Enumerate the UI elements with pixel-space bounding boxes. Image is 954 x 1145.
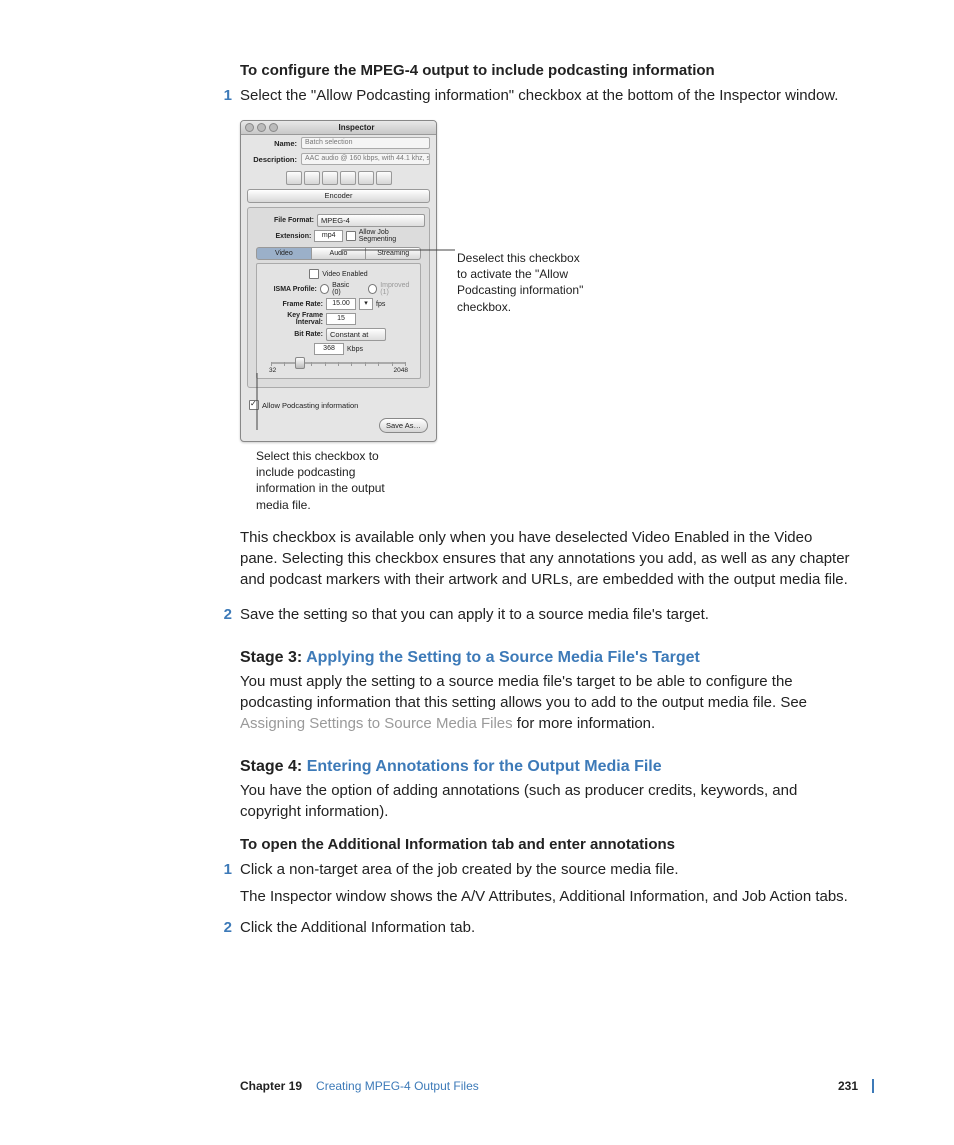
extension-label: Extension: — [252, 233, 311, 240]
kfi-label: Key Frame Interval: — [261, 312, 323, 326]
section-heading: To configure the MPEG-4 output to includ… — [240, 62, 854, 79]
encoder-tab[interactable]: Encoder — [247, 189, 430, 203]
chapter-label: Chapter 19 — [240, 1079, 302, 1093]
callout-right: Deselect this checkbox to activate the "… — [457, 250, 592, 315]
step-text: Click a non-target area of the job creat… — [240, 859, 679, 880]
pane-icons — [241, 167, 436, 187]
kbps-label: Kbps — [347, 346, 363, 353]
callout-below: Select this checkbox to include podcasti… — [256, 448, 396, 513]
pane-icon[interactable] — [322, 171, 338, 185]
allow-podcasting-label: Allow Podcasting information — [262, 401, 358, 410]
stage-3-heading: Stage 3: Applying the Setting to a Sourc… — [240, 649, 854, 667]
frame-rate-field[interactable]: 15.00 — [326, 298, 356, 310]
file-format-select[interactable]: MPEG-4 — [317, 214, 425, 227]
isma-improved-label: Improved (1) — [380, 282, 416, 296]
file-format-label: File Format: — [252, 217, 314, 224]
page-number: 231 — [838, 1079, 858, 1093]
fps-label: fps — [376, 301, 385, 308]
video-enabled-label: Video Enabled — [322, 271, 367, 278]
extension-field[interactable]: mp4 — [314, 230, 343, 242]
minimize-icon — [257, 123, 266, 132]
step-number: 2 — [220, 917, 232, 938]
bitrate-label: Bit Rate: — [261, 331, 323, 338]
stage-title: Applying the Setting to a Source Media F… — [306, 649, 700, 666]
tab-video[interactable]: Video — [256, 247, 312, 260]
isma-label: ISMA Profile: — [261, 286, 317, 293]
stage-4-heading: Stage 4: Entering Annotations for the Ou… — [240, 758, 854, 776]
video-enabled-checkbox[interactable] — [309, 269, 319, 279]
pane-icon[interactable] — [304, 171, 320, 185]
stage-prefix: Stage 3: — [240, 649, 306, 666]
name-label: Name: — [247, 139, 297, 148]
save-as-button[interactable]: Save As… — [379, 418, 428, 433]
tab-streaming[interactable]: Streaming — [366, 247, 421, 260]
allow-podcasting-checkbox[interactable] — [249, 400, 259, 410]
paragraph: The Inspector window shows the A/V Attri… — [240, 886, 854, 907]
bitrate-field[interactable]: 368 — [314, 343, 344, 355]
bitrate-slider[interactable] — [271, 359, 406, 367]
step-text: Select the "Allow Podcasting information… — [240, 85, 838, 106]
tab-audio[interactable]: Audio — [312, 247, 367, 260]
link-assigning-settings[interactable]: Assigning Settings to Source Media Files — [240, 715, 513, 732]
section-heading: To open the Additional Information tab a… — [240, 836, 854, 853]
text: for more information. — [513, 715, 656, 732]
frame-rate-label: Frame Rate: — [261, 301, 323, 308]
pane-icon[interactable] — [358, 171, 374, 185]
titlebar: Inspector — [241, 121, 436, 135]
page-footer: Chapter 19 Creating MPEG-4 Output Files … — [240, 1079, 874, 1093]
pane-icon[interactable] — [340, 171, 356, 185]
stage-prefix: Stage 4: — [240, 758, 307, 775]
frame-rate-stepper[interactable]: ▾ — [359, 298, 373, 310]
inspector-window: Inspector Name: Batch selection Descript… — [240, 120, 437, 442]
allow-segmenting-checkbox[interactable] — [346, 231, 356, 241]
isma-basic-label: Basic (0) — [332, 282, 357, 296]
range-min: 32 — [269, 367, 276, 374]
description-label: Description: — [247, 155, 297, 164]
isma-improved-radio[interactable] — [368, 284, 377, 294]
step-number: 2 — [220, 604, 232, 625]
slider-thumb-icon[interactable] — [295, 357, 305, 369]
stage-title: Entering Annotations for the Output Medi… — [307, 758, 662, 775]
step-text: Click the Additional Information tab. — [240, 917, 475, 938]
text: You must apply the setting to a source m… — [240, 673, 807, 711]
footer-bar-icon — [872, 1079, 874, 1093]
step-1: 1 Select the "Allow Podcasting informati… — [240, 85, 854, 106]
window-title: Inspector — [281, 123, 432, 132]
paragraph: You must apply the setting to a source m… — [240, 671, 854, 734]
range-max: 2048 — [394, 367, 408, 374]
isma-basic-radio[interactable] — [320, 284, 329, 294]
kfi-field[interactable]: 15 — [326, 313, 356, 325]
paragraph: This checkbox is available only when you… — [240, 527, 854, 590]
pane-icon[interactable] — [376, 171, 392, 185]
chapter-title: Creating MPEG-4 Output Files — [316, 1079, 479, 1093]
description-field[interactable]: AAC audio @ 160 kbps, with 44.1 khz, ste… — [301, 153, 430, 165]
name-field[interactable]: Batch selection — [301, 137, 430, 149]
pane-icon[interactable] — [286, 171, 302, 185]
bitrate-mode-select[interactable]: Constant at — [326, 328, 386, 341]
step-a2: 2 Click the Additional Information tab. — [240, 917, 854, 938]
close-icon — [245, 123, 254, 132]
step-number: 1 — [220, 859, 232, 880]
paragraph: You have the option of adding annotation… — [240, 780, 854, 822]
step-a1: 1 Click a non-target area of the job cre… — [240, 859, 854, 880]
step-number: 1 — [220, 85, 232, 106]
allow-segmenting-label: Allow Job Segmenting — [359, 229, 425, 243]
step-2: 2 Save the setting so that you can apply… — [240, 604, 854, 625]
zoom-icon — [269, 123, 278, 132]
step-text: Save the setting so that you can apply i… — [240, 604, 709, 625]
